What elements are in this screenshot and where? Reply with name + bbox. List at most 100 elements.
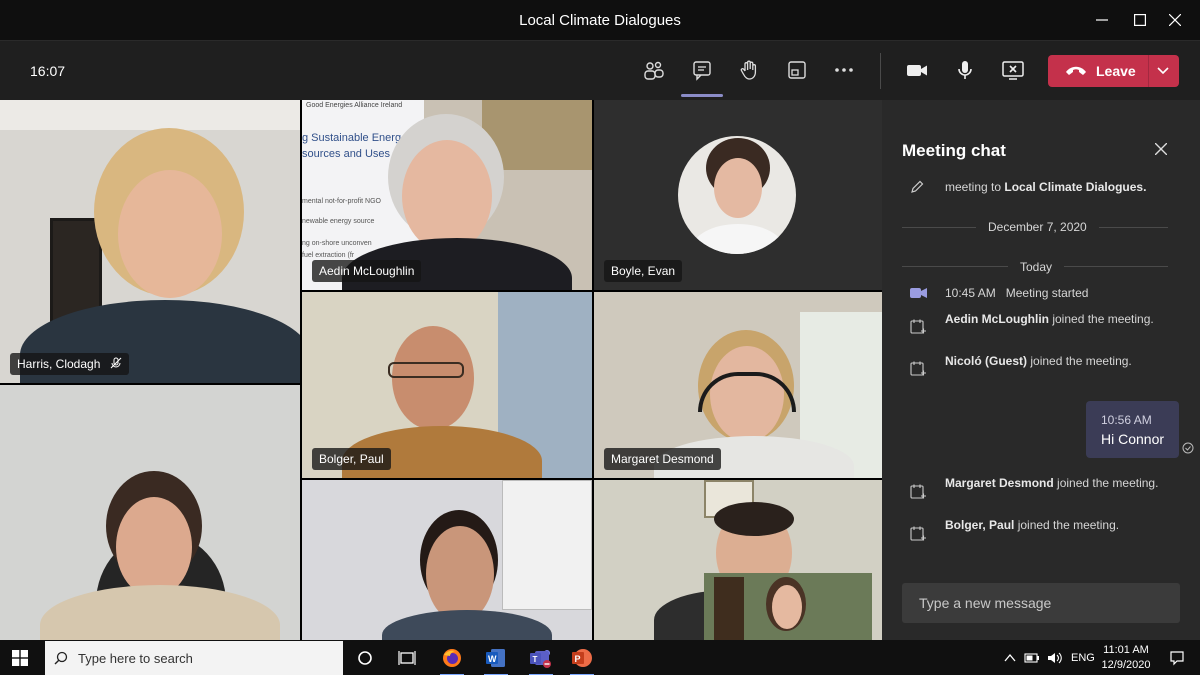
start-button[interactable] <box>6 644 34 672</box>
raise-hand-button[interactable] <box>736 57 762 83</box>
meeting-toolbar: 16:07 Leave <box>0 40 1200 100</box>
share-screen-icon <box>1002 61 1024 80</box>
my-chat-message[interactable]: 10:56 AM Hi Connor <box>1086 401 1179 458</box>
poster-text: fuel extraction (fr <box>302 252 355 259</box>
poster-text: Good Energies Alliance Ireland <box>306 102 403 109</box>
pencil-icon <box>911 180 924 193</box>
person-face <box>392 326 474 430</box>
share-screen-button[interactable] <box>1000 57 1026 83</box>
taskbar-search[interactable]: Type here to search <box>45 641 343 675</box>
minimize-button[interactable] <box>1089 8 1115 32</box>
close-chat-button[interactable] <box>1154 142 1168 160</box>
taskbar-date: 12/9/2020 <box>1101 659 1151 671</box>
toolbar-separator <box>880 53 881 89</box>
title-bar: Local Climate Dialogues <box>0 0 1200 40</box>
breakout-rooms-button[interactable] <box>784 57 810 83</box>
video-tile-participant[interactable] <box>594 480 882 640</box>
video-camera-icon <box>910 288 927 298</box>
chat-icon <box>693 61 711 81</box>
system-tray: ENG <box>1004 640 1095 675</box>
person-face <box>772 585 802 629</box>
video-tile-harris[interactable]: Harris, Clodagh <box>0 100 300 383</box>
video-tile-paul[interactable]: Bolger, Paul <box>302 292 592 478</box>
taskbar-clock[interactable]: 11:01 AM 12/9/2020 <box>1098 643 1154 673</box>
hangup-phone-icon <box>1066 66 1086 75</box>
guitar <box>714 577 744 640</box>
svg-text:P: P <box>575 654 581 664</box>
person-hair <box>714 502 794 536</box>
self-view[interactable] <box>704 573 872 640</box>
maximize-icon <box>1134 14 1146 26</box>
search-icon <box>54 651 68 665</box>
microphone-button[interactable] <box>952 57 978 83</box>
meeting-clock: 16:07 <box>30 63 66 79</box>
join-message: Nicoló (Guest) joined the meeting. <box>945 354 1132 368</box>
close-icon <box>1154 142 1168 156</box>
poster-text: sources and Uses <box>302 148 391 160</box>
cortana-circle-icon <box>358 651 372 665</box>
notification-icon <box>1170 651 1184 666</box>
powerpoint-app[interactable]: P <box>568 644 596 675</box>
chevron-down-icon <box>1157 67 1169 75</box>
meeting-started-message: 10:45 AM Meeting started <box>945 286 1089 300</box>
notifications-button[interactable] <box>1163 644 1191 672</box>
person-face <box>116 497 192 597</box>
close-window-button[interactable] <box>1162 8 1188 32</box>
hand-icon <box>740 60 757 80</box>
person-face <box>714 158 762 218</box>
participant-name-label: Harris, Clodagh <box>10 353 129 375</box>
join-message: Margaret Desmond joined the meeting. <box>945 476 1159 490</box>
video-camera-icon <box>907 65 927 76</box>
video-grid: Harris, Clodagh Good Energies Alliance I… <box>0 100 882 640</box>
video-tile-evan[interactable]: Boyle, Evan <box>594 100 882 290</box>
person-body <box>382 610 552 640</box>
join-event-icon <box>910 361 926 376</box>
avatar <box>678 136 796 254</box>
task-view-button[interactable] <box>393 644 421 672</box>
firefox-app[interactable] <box>438 644 466 675</box>
join-event-icon <box>910 484 926 499</box>
leave-button[interactable]: Leave <box>1048 55 1179 87</box>
chevron-up-icon <box>1004 653 1016 661</box>
meeting-chat-panel: Meeting chat meeting to Local Climate Di… <box>882 100 1200 640</box>
message-text: Hi Connor <box>1101 431 1165 447</box>
video-tile-participant[interactable] <box>302 480 592 640</box>
person-face <box>118 170 222 298</box>
search-placeholder: Type here to search <box>78 651 193 666</box>
word-app[interactable]: W <box>482 644 510 675</box>
video-tile-margaret[interactable]: Margaret Desmond <box>594 292 882 478</box>
poster-text: ng on-shore unconven <box>302 240 372 247</box>
chat-button[interactable] <box>681 57 723 97</box>
mic-muted-icon <box>110 357 122 369</box>
camera-button[interactable] <box>904 57 930 83</box>
participant-name-label: Bolger, Paul <box>312 448 391 470</box>
message-input[interactable] <box>902 583 1180 623</box>
close-icon <box>1169 14 1181 26</box>
task-view-icon <box>398 651 416 665</box>
video-tile-participant[interactable] <box>0 385 300 640</box>
join-message: Bolger, Paul joined the meeting. <box>945 518 1120 532</box>
participant-name-label: Boyle, Evan <box>604 260 683 282</box>
today-divider: Today <box>1008 260 1065 274</box>
taskbar-time: 11:01 AM <box>1103 644 1149 656</box>
participants-button[interactable] <box>641 57 667 83</box>
more-icon <box>835 68 853 72</box>
person-face <box>426 526 494 622</box>
teams-app[interactable]: T <box>527 644 555 675</box>
firefox-icon <box>443 649 461 667</box>
language-indicator[interactable]: ENG <box>1071 652 1095 664</box>
more-actions-button[interactable] <box>831 57 857 83</box>
message-time: 10:56 AM <box>1101 413 1152 427</box>
people-icon <box>644 61 664 80</box>
video-tile-aedin[interactable]: Good Energies Alliance Ireland g Sustain… <box>302 100 592 290</box>
task-view-button[interactable] <box>351 644 379 672</box>
maximize-button[interactable] <box>1127 8 1153 32</box>
svg-text:T: T <box>533 655 538 664</box>
word-icon: W <box>486 649 505 667</box>
ceiling <box>0 100 300 130</box>
chat-title: Meeting chat <box>902 141 1006 160</box>
leave-divider <box>1148 55 1149 87</box>
compose-box[interactable] <box>902 583 1180 623</box>
leave-label: Leave <box>1096 63 1136 79</box>
join-event-icon <box>910 319 926 334</box>
